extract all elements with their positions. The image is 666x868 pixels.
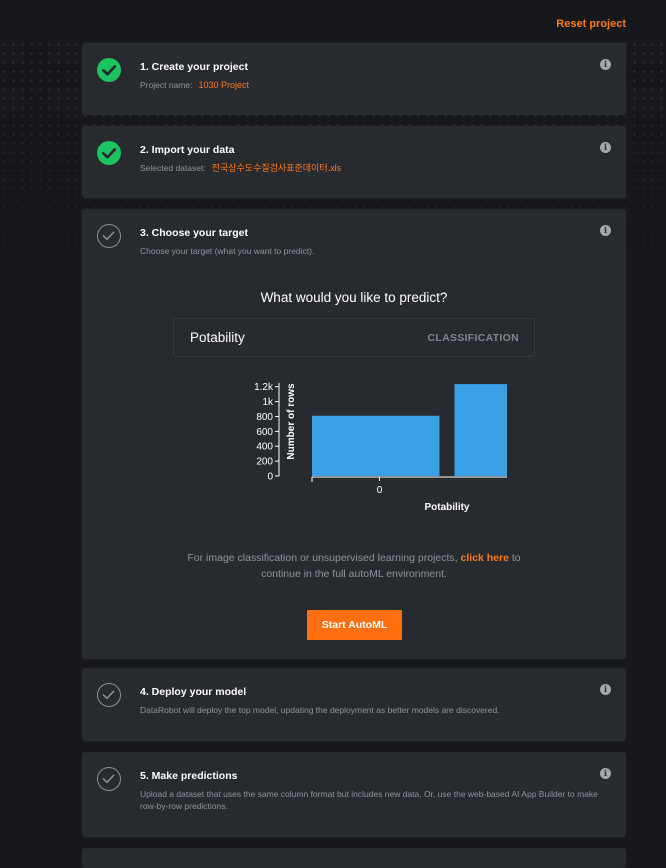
dataset-label: Selected dataset: (140, 163, 206, 173)
x-axis-label: Potability (424, 502, 469, 513)
y-tick-label: 1k (262, 397, 274, 408)
target-type-badge: CLASSIFICATION (427, 332, 519, 344)
info-icon[interactable]: i (600, 59, 611, 70)
y-tick-label: 400 (256, 442, 273, 453)
step-title: 4. Deploy your model (140, 686, 247, 698)
step-card-create-project: 1. Create your project Project name: 1030… (82, 43, 626, 115)
target-distribution-chart: 02004006008001k1.2k 01 Number of rows Po… (254, 382, 508, 513)
step-subtitle: DataRobot will deploy the top model, upd… (140, 705, 500, 715)
chart-bar[interactable] (454, 384, 508, 476)
step-card-deploy-model: 4. Deploy your model DataRobot will depl… (82, 668, 626, 741)
project-name-value: 1030 Project (198, 80, 249, 90)
x-tick-label: 0 (377, 485, 383, 496)
step-card-next (82, 848, 626, 868)
step-detail: Project name: 1030 Project (140, 79, 610, 91)
check-outline-icon (97, 224, 121, 248)
y-tick-label: 200 (256, 457, 273, 468)
start-automl-button[interactable]: Start AutoML (307, 610, 402, 640)
note-text-start: For image classification or unsupervised… (187, 552, 458, 564)
predict-question: What would you like to predict? (260, 290, 448, 305)
check-circle-icon (97, 58, 121, 82)
step-title: 1. Create your project (140, 61, 248, 73)
step-subtitle: Choose your target (what you want to pre… (140, 246, 315, 256)
project-name-label: Project name: (140, 80, 193, 90)
check-outline-icon (97, 683, 121, 707)
chart-bar[interactable] (312, 415, 440, 476)
dataset-value: 전국상수도수질검사표준데이터.xls (211, 163, 342, 173)
check-circle-icon (97, 141, 121, 165)
y-tick-label: 0 (267, 472, 273, 483)
y-axis-label: Number of rows (286, 383, 297, 460)
note-text-line2: continue in the full autoML environment. (261, 568, 447, 580)
reset-project-link[interactable]: Reset project (556, 18, 626, 30)
step-card-choose-target: 3. Choose your target Choose your target… (82, 209, 626, 659)
step-card-make-predictions: 5. Make predictions Upload a dataset tha… (82, 752, 626, 837)
step-title: 3. Choose your target (140, 227, 248, 239)
step-title: 2. Import your data (140, 144, 235, 156)
y-tick-label: 1.2k (254, 382, 274, 393)
target-selector[interactable]: Potability CLASSIFICATION (173, 318, 535, 357)
y-tick-label: 800 (256, 412, 273, 423)
info-icon[interactable]: i (600, 142, 611, 153)
info-icon[interactable]: i (600, 768, 611, 779)
y-tick-label: 600 (256, 427, 273, 438)
automl-note: For image classification or unsupervised… (82, 550, 626, 582)
info-icon[interactable]: i (600, 225, 611, 236)
step-card-import-data: 2. Import your data Selected dataset: 전국상… (82, 126, 626, 198)
step-subtitle: Upload a dataset that uses the same colu… (140, 789, 598, 811)
check-outline-icon (97, 767, 121, 791)
info-icon[interactable]: i (600, 684, 611, 695)
click-here-link[interactable]: click here (461, 552, 509, 564)
note-text-end: to (511, 552, 521, 564)
target-name: Potability (190, 330, 245, 345)
step-detail: Selected dataset: 전국상수도수질검사표준데이터.xls (140, 162, 610, 174)
step-title: 5. Make predictions (140, 770, 238, 782)
